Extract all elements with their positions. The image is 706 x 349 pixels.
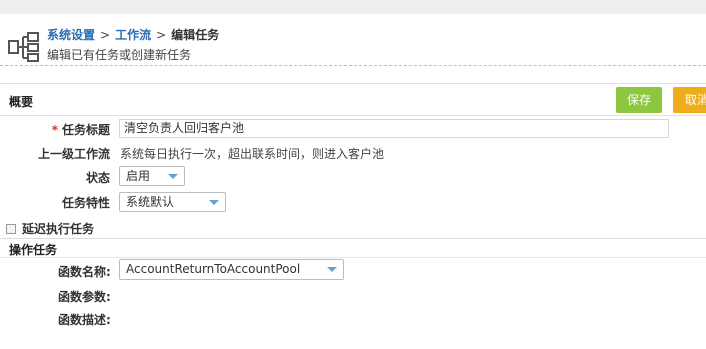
operation-title: 操作任务 — [9, 243, 58, 257]
chevron-down-icon — [168, 174, 178, 179]
page-header: 系统设置 > 工作流 > 编辑任务 编辑已有任务或创建新任务 — [0, 14, 706, 66]
top-strip — [0, 0, 706, 14]
operation-section-bar: 操作任务 — [0, 238, 706, 258]
chevron-down-icon — [209, 200, 219, 205]
delay-task-checkbox[interactable] — [6, 223, 16, 234]
breadcrumb-system-settings[interactable]: 系统设置 — [47, 28, 95, 42]
breadcrumb-current: 编辑任务 — [171, 28, 220, 42]
parent-workflow-label: 上一级工作流 — [37, 147, 110, 161]
task-title-input[interactable]: 清空负责人回归客户池 — [119, 119, 669, 138]
breadcrumb-workflow[interactable]: 工作流 — [115, 28, 151, 42]
breadcrumb-separator: > — [156, 28, 167, 42]
status-select-value: 启用 — [126, 169, 151, 183]
save-button[interactable]: 保存 — [616, 87, 662, 113]
breadcrumb-separator: > — [100, 28, 111, 42]
chevron-down-icon — [327, 267, 337, 272]
function-name-select-value: AccountReturnToAccountPool — [126, 262, 301, 276]
overview-section-bar: 概要 保存 取消 — [0, 83, 706, 116]
parent-workflow-value: 系统每日执行一次，超出联系时间，则进入客户池 — [120, 147, 385, 161]
function-name-label: 函数名称: — [58, 265, 111, 279]
function-desc-label: 函数描述: — [58, 313, 111, 327]
function-params-label: 函数参数: — [58, 290, 111, 304]
cancel-button[interactable]: 取消 — [673, 87, 706, 113]
delay-task-row: 延迟执行任务 — [6, 220, 94, 237]
workflow-icon — [8, 32, 39, 62]
task-feature-select-value: 系统默认 — [126, 195, 175, 209]
status-label: 状态 — [85, 171, 110, 185]
function-name-select[interactable]: AccountReturnToAccountPool — [119, 259, 344, 280]
task-title-label: * 任务标题 — [51, 123, 110, 137]
page-subtitle: 编辑已有任务或创建新任务 — [47, 48, 192, 62]
task-feature-label: 任务特性 — [61, 196, 110, 210]
task-feature-select[interactable]: 系统默认 — [119, 192, 226, 212]
overview-title: 概要 — [9, 95, 34, 109]
required-mark: * — [51, 123, 58, 137]
delay-task-label: 延迟执行任务 — [22, 222, 95, 236]
status-select[interactable]: 启用 — [119, 166, 185, 186]
breadcrumb: 系统设置 > 工作流 > 编辑任务 — [47, 26, 219, 43]
